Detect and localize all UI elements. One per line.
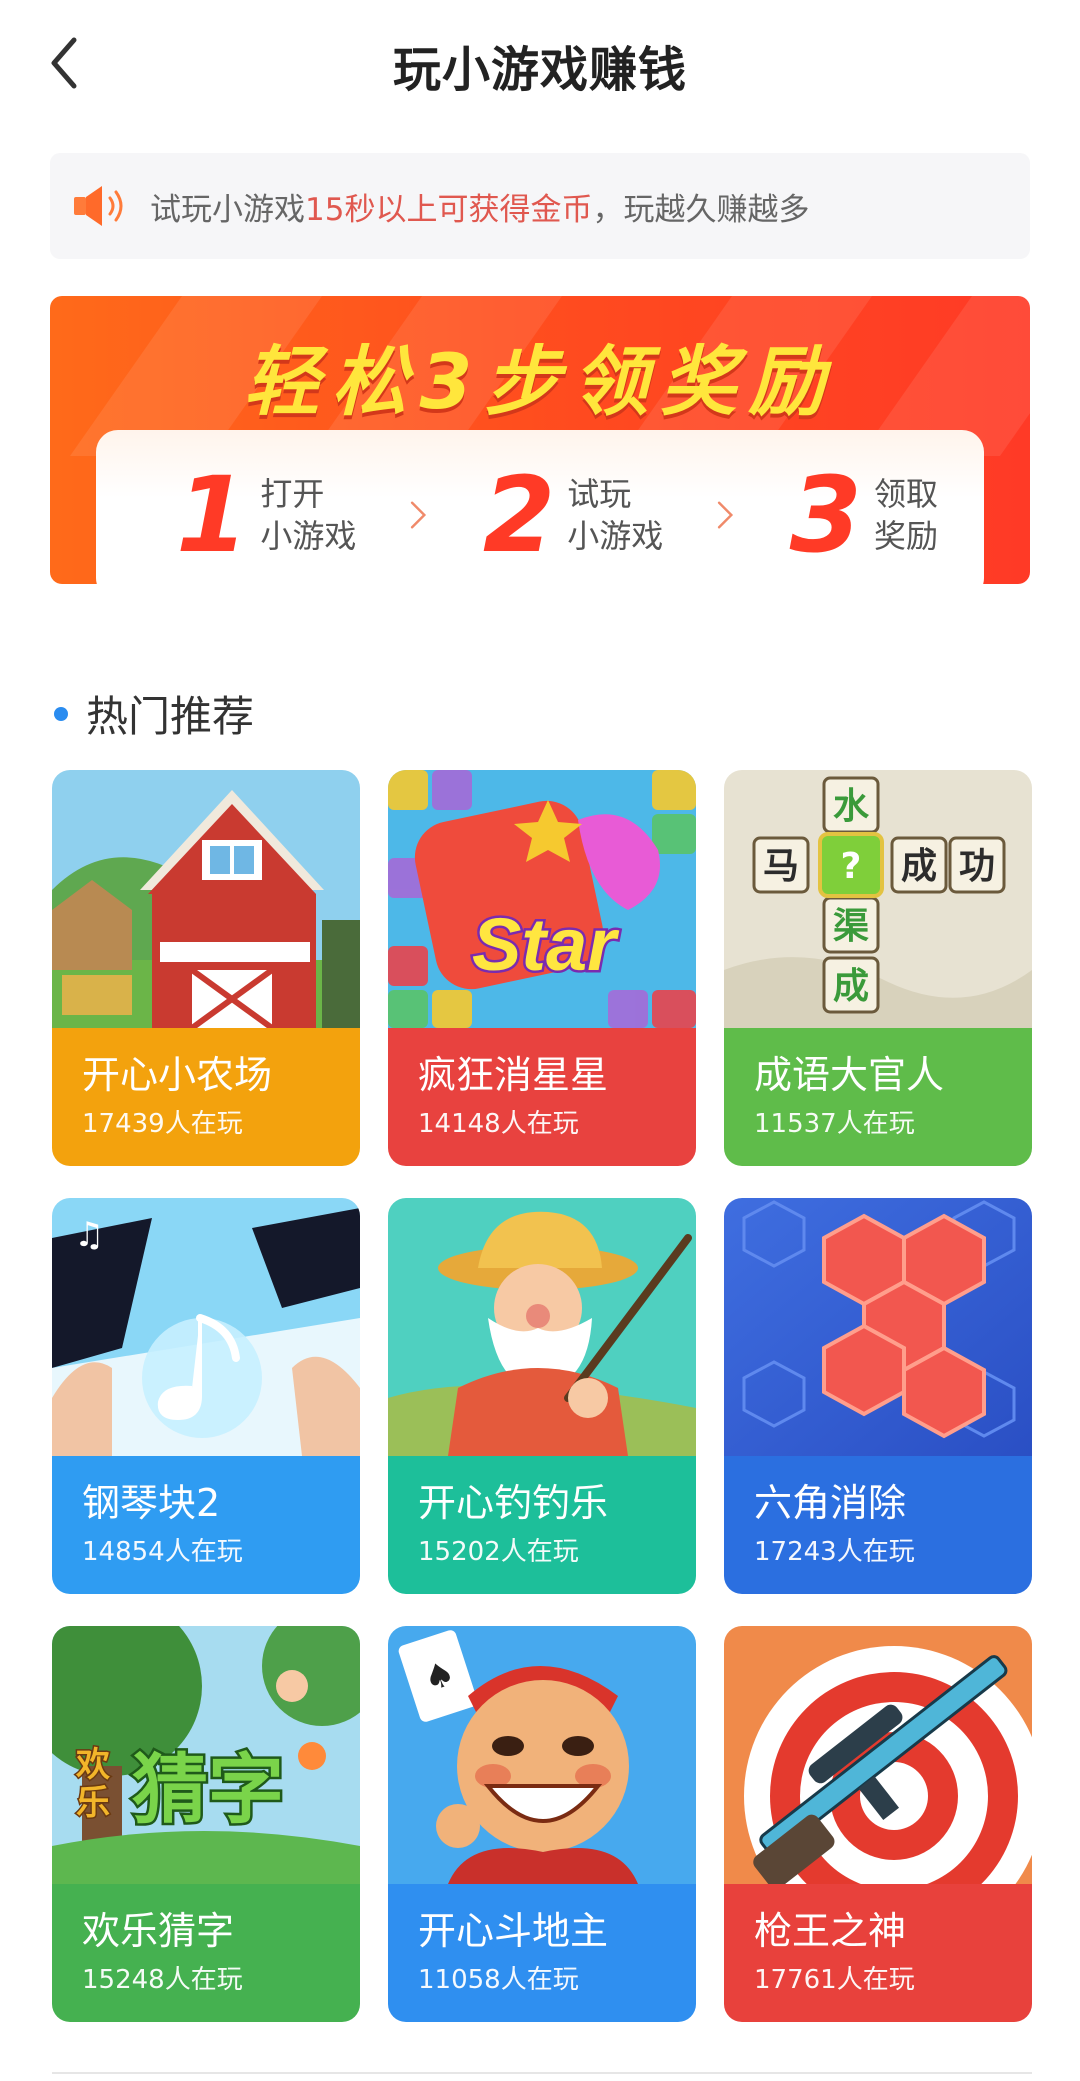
idiom-puzzle-icon: 水 马 ? 成 功 渠 成 <box>724 770 1032 1028</box>
hexagon-puzzle-icon <box>724 1198 1032 1456</box>
notice-highlight: 15秒以上可获得金币 <box>305 191 593 228</box>
svg-text:水: 水 <box>833 786 870 827</box>
svg-text:?: ? <box>841 846 862 887</box>
game-card[interactable]: 枪王之神 17761人在玩 <box>724 1626 1032 2022</box>
svg-text:♫: ♫ <box>74 1215 104 1255</box>
game-card[interactable]: 欢 乐 猜字 欢乐猜字 15248人在玩 <box>52 1626 360 2022</box>
notice-text: 试玩小游戏15秒以上可获得金币，玩越久赚越多 <box>150 191 810 228</box>
player-count: 14854人在玩 <box>82 1537 243 1567</box>
player-count: 17439人在玩 <box>82 1109 243 1139</box>
svg-text:欢: 欢 <box>75 1745 110 1785</box>
game-card[interactable]: 水 马 ? 成 功 渠 成 成语大官人 11537人在玩 <box>724 770 1032 1166</box>
player-count: 11058人在玩 <box>418 1965 579 1995</box>
section-header: 热门推荐 <box>54 683 254 744</box>
divider <box>52 2072 1032 2074</box>
game-card[interactable]: 开心钓钓乐 15202人在玩 <box>388 1198 696 1594</box>
game-card[interactable]: 开心小农场 17439人在玩 <box>52 770 360 1166</box>
game-name: 开心小农场 <box>82 1053 273 1097</box>
game-card[interactable]: ♠ 开心斗地主 11058人在玩 <box>388 1626 696 2022</box>
game-card[interactable]: ♫ 钢琴块2 14854人在玩 <box>52 1198 360 1594</box>
piano-tiles-icon: ♫ <box>52 1198 360 1456</box>
player-count: 17243人在玩 <box>754 1537 915 1567</box>
doudizhu-character-icon: ♠ <box>388 1626 696 1884</box>
banner-title: 轻松3步领奖励 <box>243 337 837 426</box>
svg-text:成: 成 <box>833 966 869 1007</box>
player-count: 15202人在玩 <box>418 1537 579 1567</box>
step-1: 1 打开 小游戏 <box>176 454 357 576</box>
star-blocks-icon: Star <box>388 770 696 1028</box>
farm-barn-icon <box>52 770 360 1028</box>
step-2: 2 试玩 小游戏 <box>482 454 664 576</box>
player-count: 17761人在玩 <box>754 1965 915 1995</box>
notice-bar: 试玩小游戏15秒以上可获得金币，玩越久赚越多 <box>50 153 1030 259</box>
svg-text:成: 成 <box>901 846 937 887</box>
game-card[interactable]: 六角消除 17243人在玩 <box>724 1198 1032 1594</box>
steps-card: 1 打开 小游戏 2 试玩 小游戏 3 领取 奖励 <box>96 430 984 584</box>
fisherman-icon <box>388 1198 696 1456</box>
player-count: 11537人在玩 <box>754 1109 915 1139</box>
reward-steps-banner[interactable]: 轻松3步领奖励 1 打开 小游戏 2 试玩 小游戏 3 领取 奖励 <box>50 296 1030 584</box>
game-name: 欢乐猜字 <box>82 1909 235 1953</box>
section-title: 热门推荐 <box>86 692 255 741</box>
sniper-rifle-icon <box>724 1626 1032 1884</box>
game-name: 疯狂消星星 <box>418 1053 609 1097</box>
chevron-right-icon <box>718 501 734 529</box>
game-name: 六角消除 <box>754 1481 907 1525</box>
game-name: 钢琴块2 <box>82 1481 221 1525</box>
svg-text:马: 马 <box>763 846 799 887</box>
game-name: 开心钓钓乐 <box>418 1481 609 1525</box>
svg-text:乐: 乐 <box>76 1783 110 1823</box>
step-3: 3 领取 奖励 <box>789 454 939 576</box>
page-title: 玩小游戏赚钱 <box>392 42 687 98</box>
chevron-right-icon <box>411 501 427 529</box>
game-name: 枪王之神 <box>754 1909 907 1953</box>
player-count: 14148人在玩 <box>418 1109 579 1139</box>
guess-word-icon: 欢 乐 猜字 <box>52 1626 360 1884</box>
game-name: 开心斗地主 <box>418 1909 609 1953</box>
svg-text:渠: 渠 <box>833 906 869 947</box>
svg-text:功: 功 <box>959 846 995 887</box>
svg-text:Star: Star <box>472 903 620 986</box>
game-name: 成语大官人 <box>754 1053 945 1097</box>
player-count: 15248人在玩 <box>82 1965 243 1995</box>
nav-bar: 玩小游戏赚钱 <box>0 0 1080 130</box>
section-dot <box>54 706 68 721</box>
speaker-icon <box>74 186 123 226</box>
svg-text:猜字: 猜字 <box>132 1745 284 1834</box>
game-card[interactable]: Star 疯狂消星星 14148人在玩 <box>388 770 696 1166</box>
